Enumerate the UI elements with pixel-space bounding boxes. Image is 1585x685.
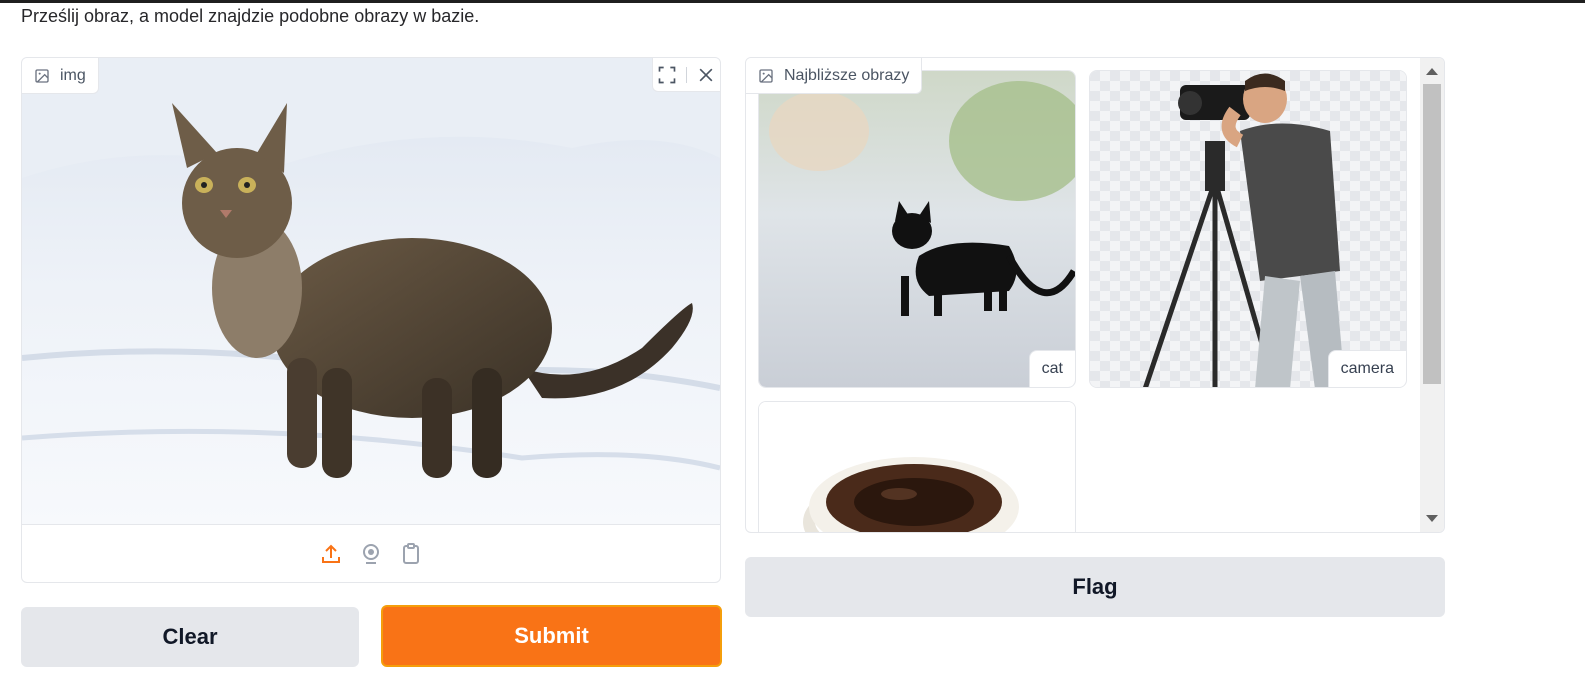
gallery-label: Najbliższe obrazy bbox=[746, 58, 923, 94]
image-input-panel[interactable]: img bbox=[21, 57, 721, 583]
gallery-label-text: Najbliższe obrazy bbox=[784, 66, 910, 84]
cat-thumbnail bbox=[759, 71, 1075, 387]
upload-icon[interactable] bbox=[319, 542, 343, 566]
scroll-up-icon[interactable] bbox=[1426, 68, 1438, 75]
uploaded-image bbox=[22, 58, 720, 524]
close-icon[interactable] bbox=[696, 65, 716, 85]
top-border bbox=[0, 0, 1585, 3]
flag-button[interactable]: Flag bbox=[745, 557, 1445, 617]
gallery-item-cat[interactable]: cat bbox=[758, 70, 1076, 388]
fullscreen-icon[interactable] bbox=[657, 65, 677, 85]
gallery-scrollbar[interactable] bbox=[1420, 58, 1444, 532]
scroll-down-icon[interactable] bbox=[1426, 515, 1438, 522]
image-toolbar bbox=[652, 58, 720, 92]
gallery-item-camera[interactable]: camera bbox=[1089, 70, 1407, 388]
webcam-icon[interactable] bbox=[359, 542, 383, 566]
source-selector bbox=[22, 524, 720, 582]
submit-button[interactable]: Submit bbox=[381, 605, 722, 667]
image-icon bbox=[759, 68, 773, 83]
gallery-caption: camera bbox=[1327, 350, 1406, 387]
page-description: Prześlij obraz, a model znajdzie podobne… bbox=[21, 6, 480, 26]
image-input-label: img bbox=[22, 58, 99, 94]
gallery-panel: Najbliższe obrazy cat camera bbox=[745, 57, 1445, 533]
image-input-label-text: img bbox=[60, 66, 86, 84]
clipboard-icon[interactable] bbox=[399, 542, 423, 566]
scrollbar-thumb[interactable] bbox=[1423, 84, 1441, 384]
gallery-item-coffee[interactable] bbox=[758, 401, 1076, 532]
gallery-caption: cat bbox=[1028, 350, 1075, 387]
toolbar-divider bbox=[685, 66, 687, 83]
coffee-thumbnail bbox=[759, 402, 1075, 532]
clear-button[interactable]: Clear bbox=[21, 607, 359, 667]
image-icon bbox=[35, 68, 49, 83]
camera-thumbnail bbox=[1090, 71, 1406, 387]
